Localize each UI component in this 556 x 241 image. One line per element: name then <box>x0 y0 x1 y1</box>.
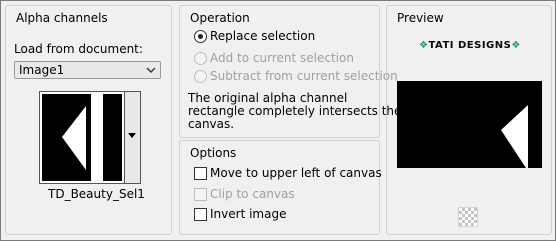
replace-selection-label[interactable]: Replace selection <box>210 29 315 43</box>
document-select[interactable]: Image1 <box>14 61 161 79</box>
clip-to-canvas-label[interactable]: Clip to canvas <box>210 187 295 201</box>
transparency-grid-icon[interactable] <box>458 207 478 227</box>
thumbnail-dropdown-button[interactable] <box>125 91 141 184</box>
load-from-document-label: Load from document: <box>14 42 143 56</box>
preview-canvas <box>397 81 542 168</box>
replace-selection-radio[interactable] <box>194 30 207 43</box>
preview-title: Preview <box>397 11 444 25</box>
logo-text: TATI DESIGNS <box>428 40 512 51</box>
subtract-from-current-selection-radio[interactable] <box>194 70 207 83</box>
operation-group: Operation Replace selection Add to curre… <box>179 5 401 138</box>
document-select-value: Image1 <box>19 63 65 77</box>
subtract-from-current-selection-label[interactable]: Subtract from current selection <box>210 69 398 83</box>
invert-image-checkbox[interactable] <box>194 208 207 221</box>
message-line-1: The original alpha channel <box>188 91 348 105</box>
move-to-upper-left-checkbox[interactable] <box>194 167 207 180</box>
message-line-2: rectangle completely intersects the <box>188 104 402 118</box>
add-to-current-selection-radio[interactable] <box>194 52 207 65</box>
add-to-current-selection-label[interactable]: Add to current selection <box>210 51 354 65</box>
operation-title: Operation <box>190 11 250 25</box>
move-to-upper-left-label[interactable]: Move to upper left of canvas <box>210 166 382 180</box>
alpha-channels-group: Alpha channels Load from document: Image… <box>5 5 172 235</box>
options-group: Options Move to upper left of canvas Cli… <box>179 140 382 235</box>
selection-name-label: TD_Beauty_Sel1 <box>48 187 145 201</box>
message-line-3: canvas. <box>188 117 235 131</box>
selection-thumbnail-image <box>42 94 122 181</box>
radio-selected-dot <box>198 34 203 39</box>
diamond-icon: ❖ <box>511 40 521 51</box>
selection-thumbnail[interactable] <box>39 91 125 184</box>
dropdown-arrow-icon <box>128 133 136 138</box>
preview-image <box>397 81 542 168</box>
clip-to-canvas-checkbox[interactable] <box>194 188 207 201</box>
alpha-channels-title: Alpha channels <box>16 11 108 25</box>
options-title: Options <box>190 146 237 160</box>
preview-group: Preview ❖TATI DESIGNS❖ <box>386 5 552 235</box>
tati-designs-logo: ❖TATI DESIGNS❖ <box>419 40 521 51</box>
chevron-down-icon <box>146 67 156 73</box>
invert-image-label[interactable]: Invert image <box>210 207 286 221</box>
